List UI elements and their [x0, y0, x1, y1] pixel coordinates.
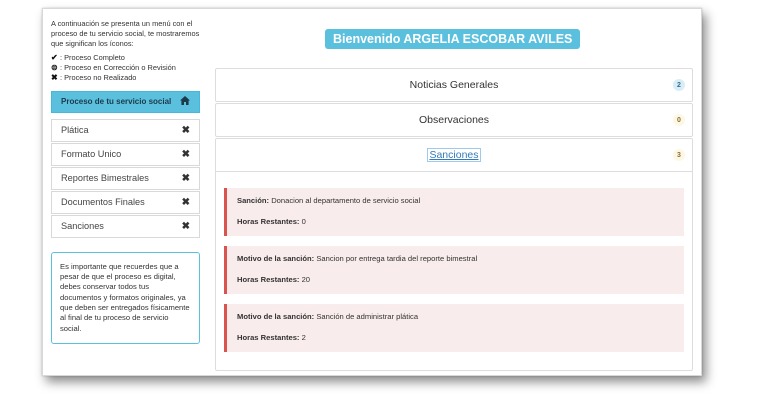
process-menu-title: Proceso de tu servicio social	[61, 97, 172, 107]
check-icon: ✔	[51, 53, 58, 63]
menu-item-label: Reportes Bimestrales	[61, 173, 149, 184]
hours-label: Horas Restantes:	[237, 217, 300, 226]
home-icon[interactable]	[180, 95, 190, 108]
menu-item-platica[interactable]: Plática ✖	[51, 118, 200, 142]
panel-header[interactable]: Observaciones 0	[216, 104, 692, 136]
count-badge: 0	[673, 114, 685, 126]
menu-item-sanciones[interactable]: Sanciones ✖	[51, 214, 200, 238]
sanction-alert: Sanción: Donacion al departamento de ser…	[224, 188, 684, 236]
legend-text: : Proceso en Corrección o Revisión	[60, 63, 176, 73]
welcome-banner: Bienvenido ARGELIA ESCOBAR AVILES	[325, 29, 581, 49]
cross-icon: ✖	[51, 72, 58, 82]
sanction-label: Motivo de la sanción:	[237, 312, 315, 321]
hours-value: 20	[299, 275, 311, 284]
panel-observaciones[interactable]: Observaciones 0	[215, 103, 693, 137]
panel-sanciones: Sanciones 3 Sanción: Donacion al departa…	[215, 138, 693, 371]
cross-icon: ✖	[181, 172, 190, 184]
sanction-text: Sancion por entrega tardia del reporte b…	[314, 254, 478, 263]
menu-item-label: Plática	[61, 125, 89, 136]
hours-label: Horas Restantes:	[237, 275, 300, 284]
sanction-alert: Motivo de la sanción: Sanción de adminis…	[224, 304, 684, 352]
hours-value: 0	[299, 217, 306, 226]
menu-item-label: Sanciones	[61, 221, 104, 232]
sanctions-list: Sanción: Donacion al departamento de ser…	[216, 171, 692, 370]
legend-text: : Proceso no Realizado	[60, 72, 137, 82]
sanction-text: Donacion al departamento de servicio soc…	[269, 196, 421, 205]
reminder-note: Es importante que recuerdes que a pesar …	[51, 251, 200, 344]
menu-item-label: Formato Unico	[61, 149, 122, 160]
panel-header[interactable]: Noticias Generales 2	[216, 69, 692, 101]
hours-label: Horas Restantes:	[237, 333, 300, 342]
menu-item-formato-unico[interactable]: Formato Unico ✖	[51, 142, 200, 166]
process-menu-header[interactable]: Proceso de tu servicio social	[51, 90, 200, 113]
cross-icon: ✖	[181, 220, 190, 232]
panel-header[interactable]: Sanciones 3	[216, 139, 692, 171]
icon-legend: ✔ : Proceso Completo ⊜ : Proceso en Corr…	[51, 53, 200, 82]
intro-text: A continuación se presenta un menú con e…	[51, 19, 200, 48]
legend-item-not-done: ✖ : Proceso no Realizado	[51, 73, 200, 83]
sanciones-link[interactable]: Sanciones	[427, 148, 481, 162]
panel-noticias[interactable]: Noticias Generales 2	[215, 68, 693, 102]
sidebar: A continuación se presenta un menú con e…	[51, 19, 200, 344]
legend-item-review: ⊜ : Proceso en Corrección o Revisión	[51, 63, 200, 73]
cross-icon: ✖	[181, 148, 190, 160]
page-container: A continuación se presenta un menú con e…	[42, 8, 702, 376]
sanction-text: Sanción de administrar plática	[314, 312, 419, 321]
process-menu: Plática ✖ Formato Unico ✖ Reportes Bimes…	[51, 118, 200, 238]
sanction-alert: Motivo de la sanción: Sancion por entreg…	[224, 246, 684, 294]
menu-item-label: Documentos Finales	[61, 197, 145, 208]
hours-value: 2	[299, 333, 306, 342]
sanction-label: Sanción:	[237, 196, 270, 205]
legend-item-complete: ✔ : Proceso Completo	[51, 53, 200, 63]
menu-item-reportes-bimestrales[interactable]: Reportes Bimestrales ✖	[51, 166, 200, 190]
cross-icon: ✖	[181, 124, 190, 136]
sanction-label: Motivo de la sanción:	[237, 254, 315, 263]
menu-item-documentos-finales[interactable]: Documentos Finales ✖	[51, 190, 200, 214]
count-badge: 3	[673, 149, 685, 161]
in-review-icon: ⊜	[51, 63, 58, 73]
cross-icon: ✖	[181, 196, 190, 208]
count-badge: 2	[673, 79, 685, 91]
panel-title: Observaciones	[418, 114, 490, 126]
legend-text: : Proceso Completo	[60, 53, 125, 63]
panel-title: Noticias Generales	[409, 79, 499, 91]
